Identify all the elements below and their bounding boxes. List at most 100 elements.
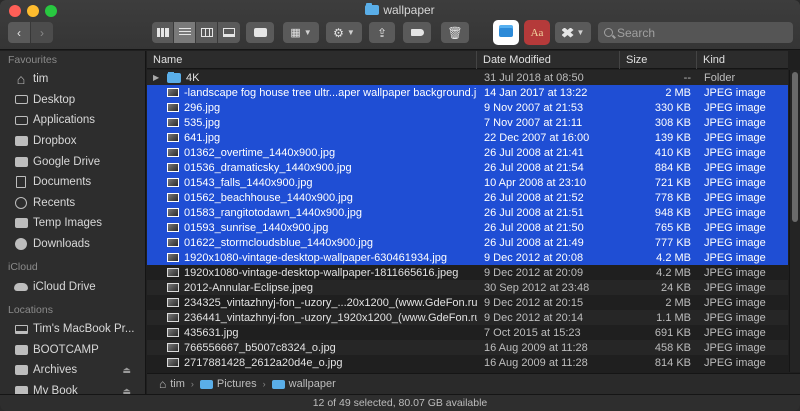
- icon-view-icon: [156, 28, 169, 37]
- table-row[interactable]: 01562_beachhouse_1440x900.jpg 26 Jul 2008…: [147, 190, 788, 205]
- share-button[interactable]: ⇪: [369, 22, 395, 43]
- cell-date-modified: 10 Apr 2008 at 23:10: [484, 176, 587, 189]
- cell-name: 2012-Annular-Eclipse.jpeg: [147, 282, 477, 294]
- stack-app-button[interactable]: [493, 20, 519, 45]
- list-view-button[interactable]: [174, 22, 196, 43]
- sidebar-item-applications[interactable]: Applications: [0, 110, 145, 131]
- cell-date-modified: 26 Jul 2008 at 21:49: [484, 236, 584, 249]
- icon-view-button[interactable]: [152, 22, 174, 43]
- google-drive-icon-shape: [14, 156, 28, 167]
- sidebar-item-downloads[interactable]: Downloads: [0, 234, 145, 255]
- table-row[interactable]: -landscape fog house tree ultr...aper wa…: [147, 85, 788, 100]
- table-row[interactable]: 236441_vintazhnyj-fon_-uzory_1920x1200_(…: [147, 310, 788, 325]
- action-menu-button[interactable]: ⚙ ▼: [326, 22, 362, 43]
- file-list: Name Date Modified Size Kind ▶ 4K 31 Jul 2…: [147, 51, 788, 373]
- dropbox-icon-shape: [14, 136, 28, 147]
- table-row[interactable]: 01622_stormcloudsblue_1440x900.jpg 26 Jul…: [147, 235, 788, 250]
- cell-kind: JPEG image: [704, 236, 766, 249]
- dropbox-icon: [561, 27, 574, 38]
- sidebar-item-tim-s-macbook-pr[interactable]: Tim's MacBook Pr...: [0, 319, 145, 340]
- dropbox-button[interactable]: ▼: [555, 22, 591, 43]
- new-folder-button[interactable]: [246, 22, 274, 43]
- search-input[interactable]: [617, 25, 777, 40]
- cell-size: 691 KB: [654, 326, 691, 339]
- sidebar-item-documents[interactable]: Documents: [0, 172, 145, 193]
- table-row[interactable]: 234325_vintazhnyj-fon_-uzory_...20x1200_…: [147, 295, 788, 310]
- path-item[interactable]: Pictures: [199, 378, 257, 390]
- chevron-right-icon: ›: [40, 25, 44, 40]
- table-row[interactable]: 01362_overtime_1440x900.jpg 26 Jul 2008 a…: [147, 145, 788, 160]
- image-thumbnail-icon: [167, 238, 179, 247]
- tags-button[interactable]: [403, 22, 431, 43]
- sidebar-item-tim[interactable]: tim: [0, 69, 145, 90]
- path-bar: tim › Pictures › wallpaper: [147, 373, 800, 394]
- cell-size: 777 KB: [654, 236, 691, 249]
- cell-size: 1.1 MB: [656, 311, 691, 324]
- sidebar-item-bootcamp[interactable]: BOOTCAMP: [0, 340, 145, 361]
- chevron-down-icon: ▼: [576, 28, 585, 37]
- forward-button[interactable]: ›: [31, 22, 53, 43]
- table-row[interactable]: 2717881428_2612a20d4e_o.jpg 16 Aug 2009 a…: [147, 355, 788, 370]
- image-thumbnail-icon: [167, 253, 179, 262]
- sidebar-item-temp-images[interactable]: Temp Images: [0, 213, 145, 234]
- sidebar-item-icloud-drive[interactable]: iCloud Drive: [0, 276, 145, 297]
- column-view-button[interactable]: [196, 22, 218, 43]
- sidebar-item-archives[interactable]: Archives ⏏: [0, 360, 145, 381]
- cell-size: 2 MB: [665, 296, 691, 309]
- path-item[interactable]: wallpaper: [271, 378, 336, 390]
- table-row[interactable]: 2012-Annular-Eclipse.jpeg 30 Sep 2012 at …: [147, 280, 788, 295]
- file-name: -landscape fog house tree ultr...aper wa…: [184, 86, 477, 99]
- column-view-icon: [200, 28, 213, 37]
- table-row[interactable]: 296.jpg 9 Nov 2007 at 21:53 330 KB JPEG ima…: [147, 100, 788, 115]
- sidebar-section-title: Locations: [8, 303, 53, 316]
- file-name: 2012-Annular-Eclipse.jpeg: [184, 281, 314, 294]
- sidebar-item-desktop[interactable]: Desktop: [0, 90, 145, 111]
- window-title: wallpaper: [0, 3, 800, 17]
- sidebar-item-my-book[interactable]: My Book ⏏: [0, 381, 145, 394]
- gallery-view-button[interactable]: [218, 22, 240, 43]
- cell-size: 884 KB: [654, 161, 691, 174]
- table-row[interactable]: 535.jpg 7 Nov 2007 at 21:11 308 KB JPEG ima…: [147, 115, 788, 130]
- back-button[interactable]: ‹: [8, 22, 30, 43]
- table-row[interactable]: 766556667_b5007c8324_o.jpg 16 Aug 2009 at…: [147, 340, 788, 355]
- search-field[interactable]: [598, 22, 793, 43]
- table-row[interactable]: 01543_falls_1440x900.jpg 10 Apr 2008 at 2…: [147, 175, 788, 190]
- table-row[interactable]: 1920x1080-vintage-desktop-wallpaper-1811…: [147, 265, 788, 280]
- sidebar-item-label: Documents: [33, 176, 92, 189]
- vertical-scrollbar[interactable]: [789, 70, 800, 372]
- eject-icon[interactable]: ⏏: [122, 365, 131, 376]
- table-row[interactable]: ▶ 4K 31 Jul 2018 at 08:50 -- Folder: [147, 70, 788, 85]
- cell-kind: JPEG image: [704, 206, 766, 219]
- group-by-button[interactable]: ▦ ▼: [283, 22, 319, 43]
- cell-date-modified: 7 Nov 2007 at 21:11: [484, 116, 583, 129]
- sidebar-item-recents[interactable]: Recents: [0, 193, 145, 214]
- sidebar-item-label: BOOTCAMP: [33, 343, 99, 356]
- folder-icon: [271, 379, 285, 389]
- cell-kind: JPEG image: [704, 296, 766, 309]
- table-row[interactable]: 1920x1080-vintage-desktop-wallpaper-6304…: [147, 250, 788, 265]
- delete-button[interactable]: 🗑: [441, 22, 469, 43]
- sidebar-item-label: Dropbox: [33, 135, 77, 148]
- applications-icon-shape: [14, 115, 28, 125]
- sidebar-item-google-drive[interactable]: Google Drive: [0, 151, 145, 172]
- table-row[interactable]: 01583_rangitotodawn_1440x900.jpg 26 Jul 2…: [147, 205, 788, 220]
- table-row[interactable]: 641.jpg 22 Dec 2007 at 16:00 139 KB JPEG im…: [147, 130, 788, 145]
- cell-name: 01593_sunrise_1440x900.jpg: [147, 222, 477, 234]
- sidebar-item-dropbox[interactable]: Dropbox: [0, 131, 145, 152]
- path-item[interactable]: tim: [159, 377, 185, 391]
- downloads-icon: [14, 238, 28, 251]
- downloads-icon-shape: [15, 238, 27, 251]
- column-header-name[interactable]: Name: [147, 51, 477, 69]
- scrollbar-thumb[interactable]: [792, 72, 798, 222]
- column-header-size[interactable]: Size: [620, 51, 697, 69]
- eject-icon[interactable]: ⏏: [122, 386, 131, 394]
- dictionary-app-button[interactable]: Aa: [524, 20, 550, 45]
- cell-kind: JPEG image: [704, 86, 766, 99]
- disclosure-triangle-icon[interactable]: ▶: [153, 73, 163, 82]
- cell-date-modified: 26 Jul 2008 at 21:50: [484, 221, 584, 234]
- table-row[interactable]: 01536_dramaticsky_1440x900.jpg 26 Jul 200…: [147, 160, 788, 175]
- table-row[interactable]: 435631.jpg 7 Oct 2015 at 15:23 691 KB JPEG …: [147, 325, 788, 340]
- table-row[interactable]: 01593_sunrise_1440x900.jpg 26 Jul 2008 at…: [147, 220, 788, 235]
- column-header-kind[interactable]: Kind: [697, 51, 788, 69]
- column-header-date-modified[interactable]: Date Modified: [477, 51, 620, 69]
